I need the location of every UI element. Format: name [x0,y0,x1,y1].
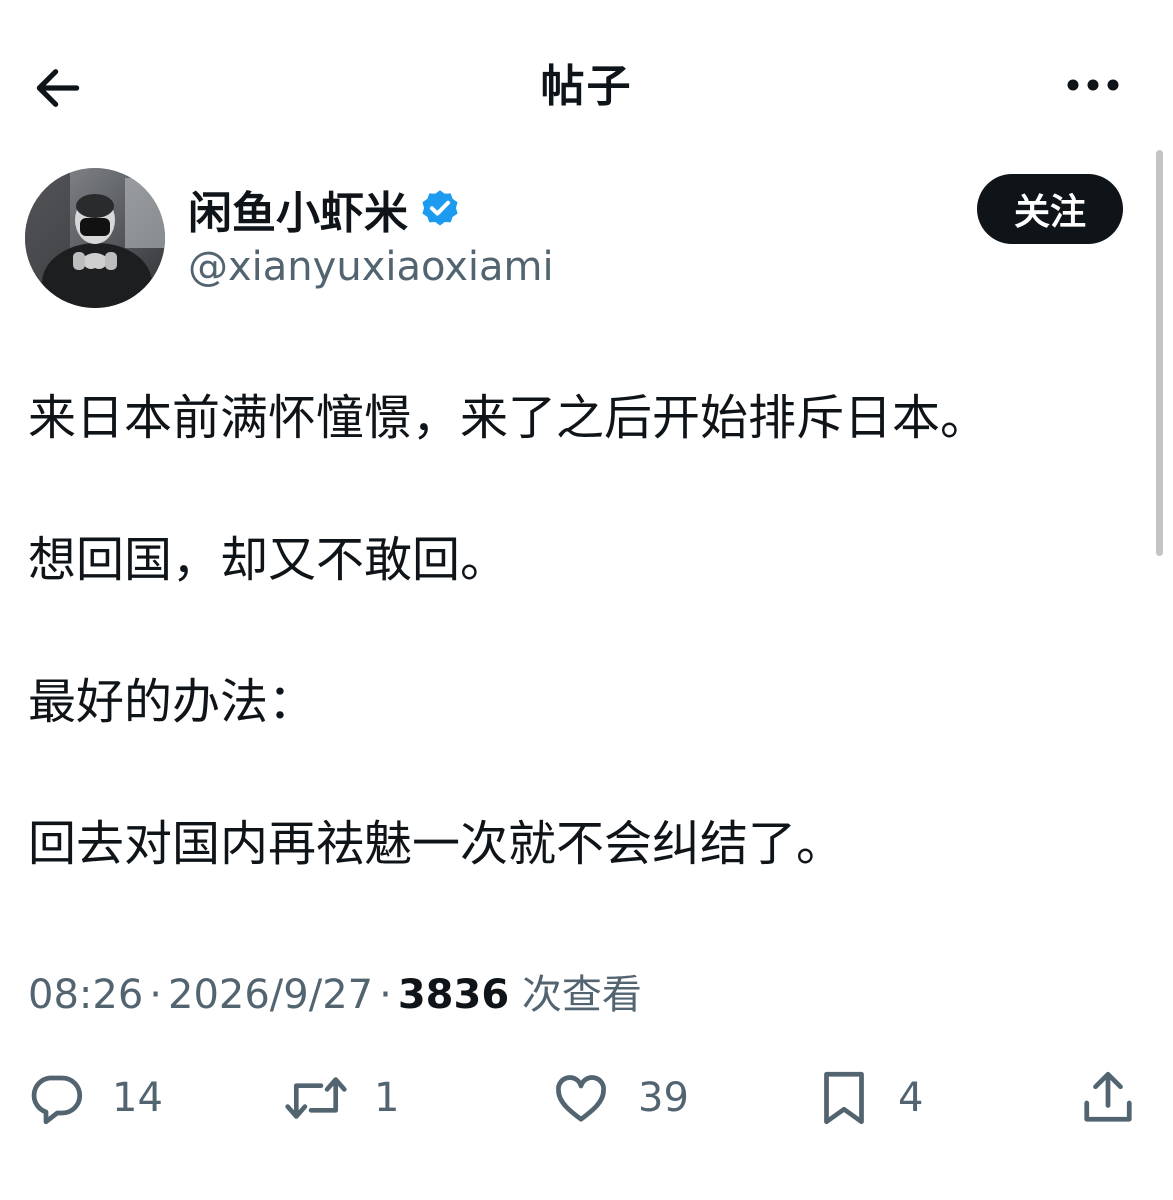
avatar[interactable] [25,168,165,308]
reply-icon [31,1075,83,1125]
reply-button[interactable]: 14 [26,1058,163,1138]
share-icon [1084,1071,1132,1122]
meta-separator: · [379,972,392,1018]
scrollbar[interactable] [1156,150,1163,556]
bookmark-icon [824,1071,864,1125]
post-paragraph: 回去对国内再祛魅一次就不会纠结了。 [28,816,845,872]
repost-count: 1 [374,1075,400,1121]
follow-button[interactable]: 关注 [977,174,1123,244]
repost-icon [285,1077,347,1119]
share-button[interactable] [1078,1058,1138,1138]
post-paragraph: 想回国，却又不敢回。 [28,532,509,588]
action-bar: 14 1 39 4 [0,1058,1173,1138]
page-title: 帖子 [540,61,633,112]
like-button[interactable]: 39 [550,1058,689,1138]
repost-button[interactable]: 1 [284,1058,399,1138]
avatar-photo [25,168,165,308]
post-paragraph: 来日本前满怀憧憬，来了之后开始排斥日本。 [28,390,989,446]
bookmark-count: 4 [898,1075,924,1121]
bookmark-button[interactable]: 4 [816,1058,923,1138]
more-horizontal-icon [1067,79,1119,91]
post-meta: 08:26 · 2026/9/27 · 3836 次查看 [28,962,642,1020]
more-options-button[interactable] [1063,60,1123,110]
user-handle[interactable]: @xianyuxiaoxiami [188,244,554,290]
verified-badge-icon [418,187,462,231]
display-name[interactable]: 闲鱼小虾米 [188,177,408,241]
reply-count: 14 [112,1075,163,1121]
top-bar: 帖子 [0,0,1173,170]
display-name-row[interactable]: 闲鱼小虾米 [188,178,462,240]
post-date[interactable]: 2026/9/27 [168,972,373,1018]
meta-separator: · [149,972,162,1018]
like-count: 39 [638,1075,689,1121]
post-paragraph: 最好的办法： [28,674,317,730]
post-time[interactable]: 08:26 [28,972,143,1018]
heart-icon [556,1075,606,1122]
views-label: 次查看 [521,972,642,1018]
views-count: 3836 [397,972,510,1018]
